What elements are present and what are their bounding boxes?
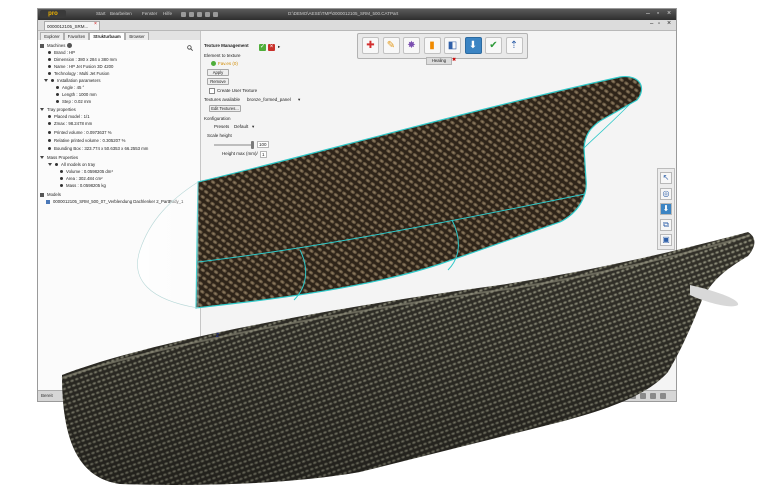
plus-icon: ✚ [366, 40, 375, 51]
presets-select[interactable]: Default [234, 124, 248, 129]
scale-slider-track[interactable] [214, 141, 254, 149]
face-status-icon [211, 61, 216, 66]
healing-toolbar: ✚ ✎ ✸ ▮ ◧ ⬇ ✔ ⇡ [357, 33, 528, 59]
stack-icon: ⧉ [663, 219, 669, 229]
right-tool-download[interactable]: ⬇ [660, 203, 672, 215]
create-user-texture-label: Create User Texture [217, 88, 258, 93]
textures-available-label: Textures available [204, 97, 241, 102]
face-count: Fav.es (0) [218, 61, 238, 66]
download-icon: ⬇ [468, 40, 478, 51]
axis-label-z: Z [216, 333, 220, 339]
texture-management-title: Texture Management [204, 43, 249, 48]
cursor-icon: ↖ [662, 173, 670, 182]
create-user-texture-checkbox[interactable] [209, 88, 215, 94]
download-icon: ⬇ [662, 204, 670, 213]
right-tool-stack[interactable]: ⧉ [660, 218, 672, 231]
cube-icon: ▣ [662, 235, 670, 244]
toolbar-button-plus[interactable]: ✚ [362, 37, 379, 54]
right-tool-cube[interactable]: ▣ [660, 234, 672, 246]
model-ghost-outline [137, 181, 199, 309]
textures-available-select[interactable]: bronze_formed_panel [247, 97, 291, 102]
pin-icon: ⇡ [509, 40, 519, 51]
right-toolbar: ↖ ◎ ⬇ ⧉ ▣ [657, 168, 675, 250]
apply-button[interactable]: Apply [207, 69, 229, 76]
layers-icon: ◧ [447, 40, 458, 51]
remove-button[interactable]: Remove [207, 78, 229, 85]
check-icon: ✔ [489, 40, 498, 51]
scale-height-input[interactable]: 100 [257, 141, 269, 148]
element-to-texture-label: Element to texture [204, 53, 241, 58]
toolbar-button-brush[interactable]: ✎ [382, 37, 400, 54]
scale-height-label: Scale height [207, 133, 232, 138]
scale-slider-thumb[interactable] [251, 141, 254, 149]
star-icon: ✸ [407, 40, 416, 51]
toolbar-button-check[interactable]: ✔ [485, 37, 502, 54]
toolbar-button-pin[interactable]: ⇡ [505, 37, 523, 54]
toolbar-button-bars[interactable]: ▮ [423, 37, 441, 54]
bars-icon: ▮ [429, 40, 435, 51]
toolbar-button-layers[interactable]: ◧ [444, 37, 461, 54]
configuration-label: Konfiguration [204, 116, 231, 121]
texture-panel-body: Texture Management ✓ × ▸ Element to text… [204, 43, 324, 163]
compass-icon: ◎ [662, 188, 670, 198]
toolbar-pin-icon[interactable]: ✖ [452, 57, 456, 63]
toolbar-button-download[interactable]: ⬇ [464, 37, 482, 54]
right-tool-cursor[interactable]: ↖ [660, 172, 672, 184]
cancel-button[interactable]: × [268, 44, 275, 51]
edit-textures-button[interactable]: Edit Textures... [209, 105, 241, 112]
pin-icon[interactable]: ▸ [278, 44, 280, 50]
height-max-label: Height max (mm)/ [222, 151, 258, 156]
ok-button[interactable]: ✓ [259, 44, 266, 51]
height-max-input[interactable]: 1 [260, 151, 267, 158]
presets-label: Presets [214, 124, 230, 129]
brush-icon: ✎ [386, 40, 396, 51]
chevron-down-icon[interactable]: ▾ [298, 97, 300, 103]
right-tool-compass[interactable]: ◎ [660, 187, 672, 200]
chevron-down-icon[interactable]: ▾ [252, 124, 254, 130]
healing-toolbar-label: Healing [426, 57, 452, 65]
toolbar-button-star[interactable]: ✸ [403, 37, 420, 54]
